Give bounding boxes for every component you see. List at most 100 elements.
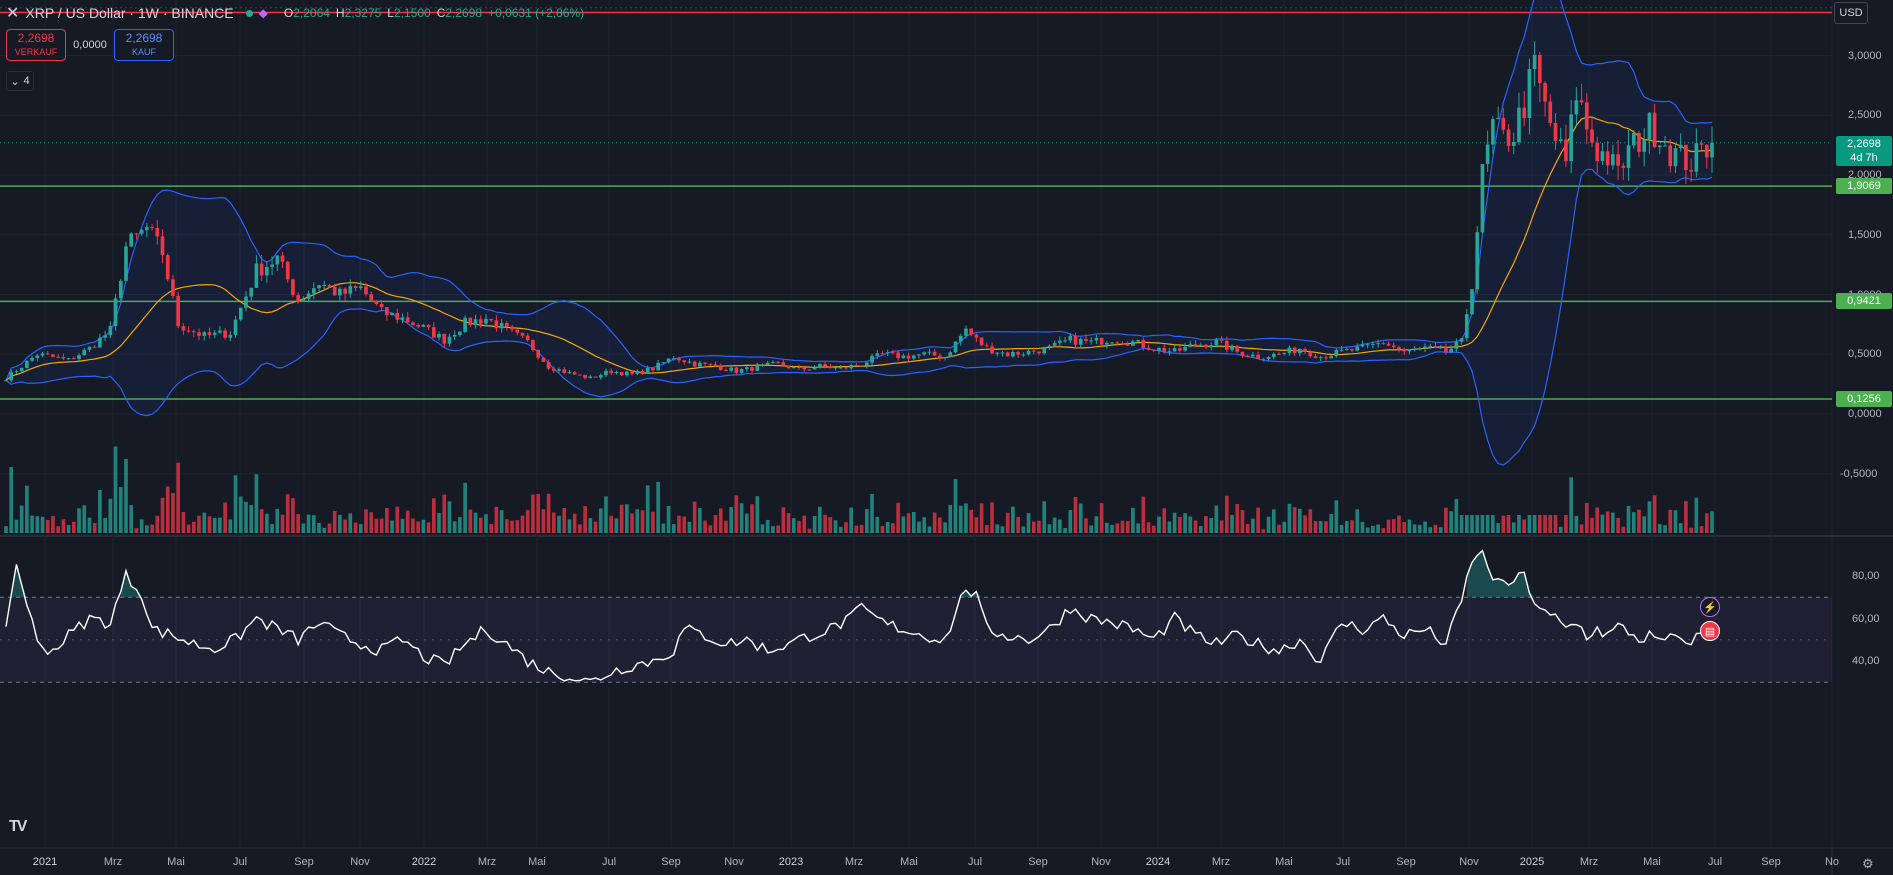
- countdown: 4d 7h: [1850, 151, 1878, 164]
- volume-bar: [630, 513, 634, 533]
- symbol-legend: ✕ XRP / US Dollar · 1W · BINANCE ◆ O2,20…: [6, 4, 590, 22]
- currency-button[interactable]: USD: [1834, 2, 1868, 24]
- candle-body: [1162, 347, 1167, 353]
- ohlc-values: O2,2064 H2,3275 L2,1500 C2,2698 +0,0631 (+2,…: [284, 6, 590, 20]
- volume-bar: [145, 525, 149, 533]
- buy-button[interactable]: 2,2698 KAUF: [114, 29, 174, 61]
- candle-body: [145, 227, 149, 231]
- volume-bar: [71, 521, 76, 533]
- candle-body: [781, 362, 786, 366]
- volume-bar: [1517, 515, 1521, 533]
- time-axis-label: Sep: [1396, 856, 1416, 868]
- volume-bar: [598, 508, 603, 533]
- gear-icon[interactable]: ⚙: [1862, 856, 1874, 872]
- volume-bar: [499, 510, 504, 533]
- volume-bar: [1308, 509, 1313, 533]
- candle-body: [525, 335, 530, 341]
- volume-bar: [1360, 521, 1365, 533]
- rsi-axis-label: 40,00: [1852, 655, 1880, 667]
- time-axis-label: No: [1824, 856, 1840, 868]
- candle-body: [823, 363, 827, 367]
- volume-bar: [645, 485, 650, 533]
- volume-bar: [1438, 527, 1443, 533]
- volume-bar: [1501, 515, 1506, 533]
- candle-body: [651, 367, 655, 371]
- volume-bar: [233, 475, 238, 533]
- symbol-title[interactable]: XRP / US Dollar · 1W · BINANCE: [25, 5, 233, 21]
- volume-bar: [635, 509, 640, 533]
- candle-body: [1412, 348, 1417, 350]
- candle-body: [1282, 352, 1287, 354]
- rsi-overbought-fill: [1487, 566, 1493, 598]
- event-bolt-icon[interactable]: ⚡: [1700, 597, 1720, 617]
- candle-body: [291, 279, 295, 295]
- time-axis-label: Mrz: [1579, 856, 1599, 868]
- tradingview-logo[interactable]: TV: [9, 818, 28, 836]
- candle-body: [583, 374, 587, 379]
- volume-bar: [228, 519, 233, 533]
- volume-bar: [379, 518, 384, 533]
- volume-bar: [1433, 524, 1438, 533]
- volume-bar: [1266, 516, 1271, 533]
- volume-bar: [536, 494, 540, 533]
- candle-body: [1078, 338, 1083, 345]
- sell-button[interactable]: 2,2698 VERKAUF: [6, 29, 66, 61]
- rsi-overbought-fill: [1518, 572, 1525, 598]
- volume-bar: [687, 521, 692, 533]
- candle-body: [160, 236, 165, 256]
- indicators-toggle[interactable]: ⌄ 4: [6, 71, 34, 91]
- level-badge: 1,9069: [1836, 178, 1892, 195]
- volume-bar: [1631, 512, 1636, 533]
- volume-bar: [1334, 500, 1339, 533]
- chevron-down-icon: ⌄: [10, 75, 20, 88]
- volume-bar: [426, 522, 431, 533]
- close-icon[interactable]: ✕: [6, 3, 19, 23]
- volume-bar: [1397, 515, 1401, 533]
- candle-body: [25, 360, 29, 368]
- volume-bar: [651, 511, 655, 533]
- volume-bar: [776, 525, 780, 533]
- candle-body: [416, 325, 420, 327]
- candle-body: [1313, 356, 1318, 359]
- candle-body: [306, 293, 311, 300]
- volume-bar: [1605, 511, 1610, 533]
- candle-body: [619, 371, 624, 376]
- event-flag-icon[interactable]: ▤: [1700, 621, 1720, 641]
- volume-bar: [311, 515, 316, 533]
- volume-bar: [771, 526, 775, 533]
- candle-body: [1527, 68, 1532, 119]
- candle-body: [964, 328, 968, 336]
- candle-body: [478, 319, 483, 324]
- rsi-band-fill: [0, 597, 1832, 683]
- candle-body: [859, 365, 864, 367]
- volume-bar: [938, 517, 942, 533]
- candle-body: [938, 355, 942, 359]
- time-axis-label: Jul: [1335, 856, 1351, 868]
- spread-value: 0,0000: [73, 39, 107, 51]
- price-axis-label: 0,0000: [1848, 408, 1882, 420]
- volume-bar: [1037, 520, 1041, 533]
- candle-body: [1204, 344, 1208, 348]
- candle-body: [1496, 117, 1500, 120]
- volume-bar: [1011, 506, 1015, 533]
- volume-bar: [604, 496, 608, 533]
- volume-bar: [802, 515, 807, 533]
- volume-bar: [103, 517, 107, 533]
- volume-bar: [296, 514, 300, 533]
- volume-bar: [212, 517, 217, 533]
- volume-bar: [943, 522, 947, 533]
- volume-bar: [1073, 497, 1078, 533]
- candle-body: [1611, 154, 1615, 166]
- candle-body: [1459, 338, 1464, 342]
- volume-bar: [207, 516, 212, 533]
- candle-body: [1584, 102, 1589, 130]
- candle-body: [760, 364, 765, 366]
- candle-body: [9, 372, 14, 381]
- volume-bar: [1021, 526, 1026, 533]
- candle-body: [1538, 54, 1542, 84]
- volume-bar: [927, 526, 932, 533]
- price-chart[interactable]: [0, 0, 1893, 875]
- time-axis-label: Nov: [350, 856, 370, 868]
- candle-body: [390, 312, 394, 316]
- candle-body: [1626, 145, 1631, 168]
